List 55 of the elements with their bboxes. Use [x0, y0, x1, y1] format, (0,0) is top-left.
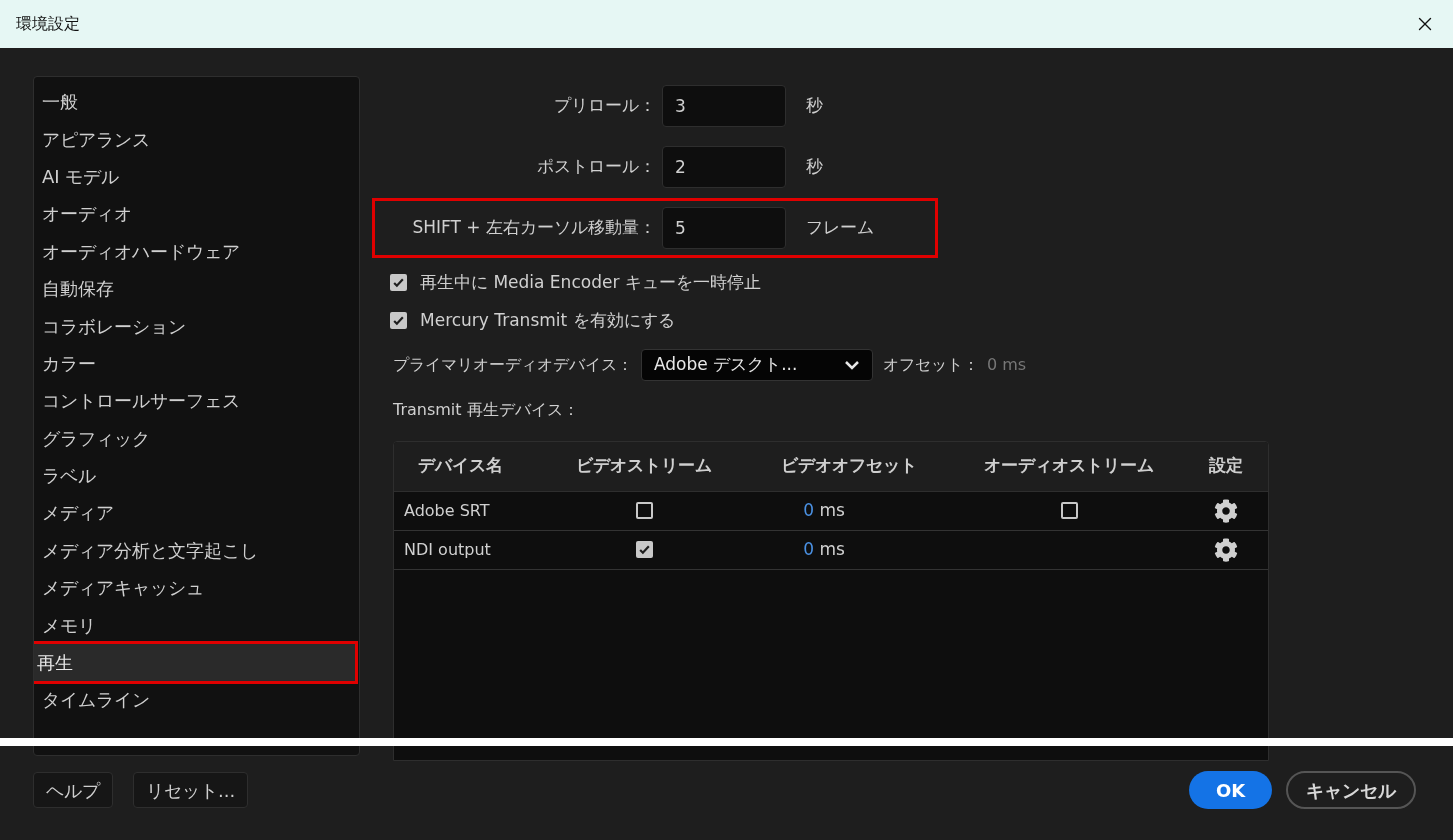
sidebar-item[interactable]: AI モデル	[34, 157, 359, 196]
section-label: Transmit 再生デバイス：	[393, 400, 579, 419]
sidebar-item[interactable]: オーディオ	[34, 195, 359, 233]
sidebar-item[interactable]: ラベル	[34, 456, 359, 495]
video-offset[interactable]: 0 ms	[803, 536, 845, 563]
number-field[interactable]: 5	[662, 207, 786, 249]
footer-button[interactable]: リセット...	[133, 772, 249, 808]
device-name: NDI output	[403, 538, 492, 561]
window-title: 環境設定	[16, 13, 80, 35]
checkbox[interactable]	[1060, 502, 1078, 519]
checkbox-label: 再生中に Media Encoder キューを一時停止	[420, 271, 761, 294]
checkbox[interactable]	[635, 541, 653, 558]
sidebar-item[interactable]: メディアキャッシュ	[34, 569, 359, 607]
field-label: ポストロール：	[536, 155, 657, 179]
sidebar-item[interactable]: カラー	[34, 344, 359, 383]
column-header: オーディオストリーム	[983, 454, 1155, 478]
sidebar-item[interactable]: 一般	[34, 83, 359, 121]
ok-button[interactable]: OK	[1189, 771, 1272, 809]
device-name: Adobe SRT	[403, 499, 491, 522]
sidebar-item[interactable]: オーディオハードウェア	[34, 232, 359, 270]
checkbox[interactable]	[390, 274, 407, 292]
sidebar-item[interactable]: 自動保存	[34, 269, 359, 308]
offset-label: オフセット：	[883, 354, 979, 376]
sidebar-item[interactable]: グラフィック	[34, 419, 359, 457]
field-label: プリロール：	[553, 94, 657, 118]
footer-button[interactable]: ヘルプ	[33, 772, 113, 808]
sidebar-item[interactable]: 再生	[34, 643, 355, 682]
number-field[interactable]: 3	[662, 85, 786, 127]
field-label: SHIFT + 左右カーソル移動量：	[411, 216, 657, 240]
unit-label: フレーム	[806, 216, 874, 240]
cancel-button[interactable]: キャンセル	[1286, 771, 1416, 809]
chevron-down-icon	[844, 360, 860, 370]
sidebar-item[interactable]: メディア分析と文字起こし	[34, 531, 359, 570]
column-header: 設定	[1208, 454, 1244, 478]
offset-value: 0 ms	[987, 354, 1027, 376]
device-label: プライマリオーディオデバイス：	[393, 354, 633, 376]
video-offset[interactable]: 0 ms	[803, 497, 845, 524]
checkbox-label: Mercury Transmit を有効にする	[420, 308, 675, 332]
checkbox[interactable]	[390, 311, 407, 329]
column-header: ビデオオフセット	[780, 454, 918, 478]
unit-label: 秒	[806, 94, 823, 118]
device-dropdown[interactable]: Adobe デスクト...	[641, 349, 873, 381]
column-header: ビデオストリーム	[575, 454, 713, 478]
settings-icon[interactable]	[1214, 498, 1238, 523]
sidebar-item[interactable]: メディア	[34, 494, 359, 532]
sidebar-item[interactable]: タイムライン	[34, 681, 359, 719]
column-header: デバイス名	[417, 454, 504, 478]
sidebar-item[interactable]: コントロールサーフェス	[34, 382, 359, 420]
number-field[interactable]: 2	[662, 146, 786, 188]
unit-label: 秒	[806, 155, 823, 179]
checkbox[interactable]	[635, 502, 653, 519]
settings-icon[interactable]	[1214, 537, 1238, 562]
sidebar-item[interactable]: アピアランス	[34, 120, 359, 158]
sidebar-item[interactable]: メモリ	[34, 606, 359, 644]
sidebar-item[interactable]: コラボレーション	[34, 307, 359, 345]
